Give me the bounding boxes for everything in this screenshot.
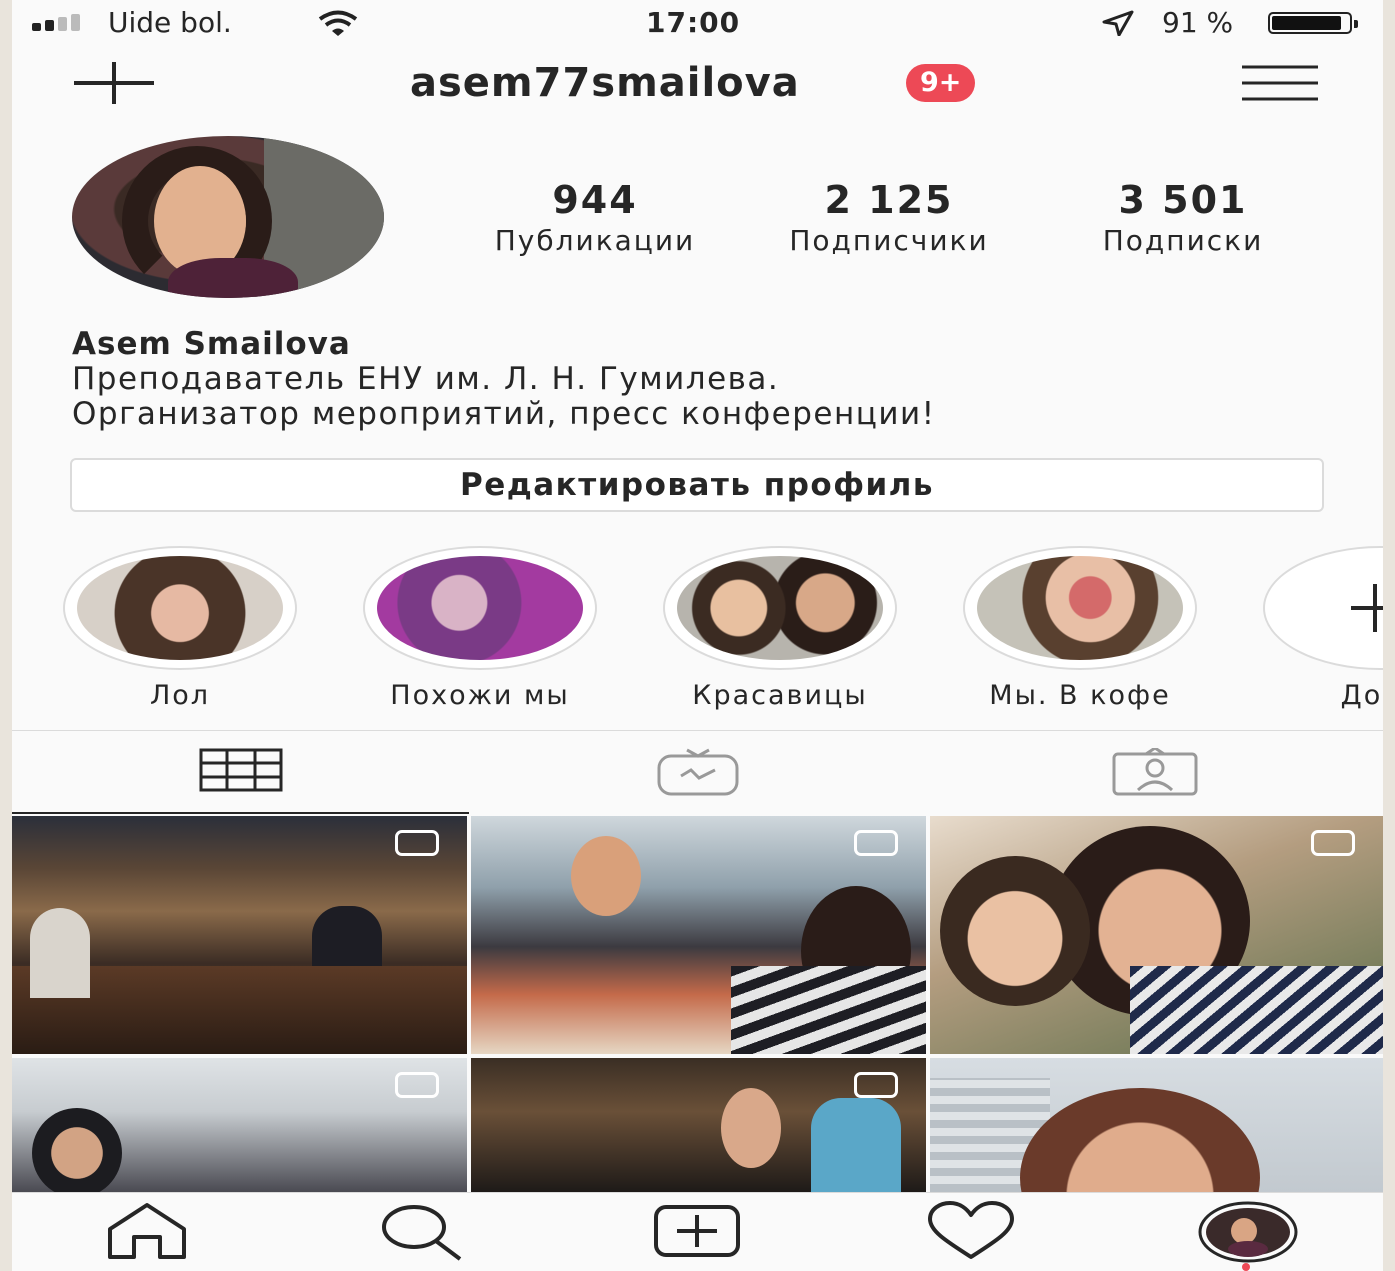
profile-avatar-icon [1198, 1201, 1298, 1263]
tagged-person-icon [1112, 748, 1197, 796]
highlight-item[interactable]: Лол [60, 546, 300, 711]
stat-following[interactable]: 3 501 Подписки [1048, 178, 1318, 257]
highlight-cover [63, 546, 297, 670]
highlight-cover [363, 546, 597, 670]
location-arrow-icon [1100, 10, 1134, 43]
bio-line-1: Преподаватель ЕНУ им. Л. Н. Гумилева. [72, 361, 780, 397]
wifi-icon [318, 10, 358, 43]
multiple-photos-icon [395, 1072, 439, 1098]
highlight-label: Лол [149, 680, 211, 711]
profile-username[interactable]: asem77smailova [410, 60, 800, 106]
bio-line-2: Организатор мероприятий, пресс конференц… [72, 396, 936, 432]
edit-profile-button[interactable]: Редактировать профиль [70, 458, 1324, 512]
stat-followers-label: Подписчики [789, 224, 989, 257]
igtv-icon [657, 748, 738, 796]
highlight-label: Доба [1340, 680, 1383, 711]
signal-icon [32, 14, 80, 31]
battery-icon [1268, 12, 1358, 34]
grid-icon [199, 748, 282, 792]
nav-activity[interactable] [926, 1201, 1016, 1265]
highlight-item[interactable]: Похожи мы [360, 546, 600, 711]
stat-following-value: 3 501 [1118, 178, 1248, 222]
hamburger-menu-icon[interactable] [1242, 64, 1318, 102]
profile-screen: Uide bol. 17:00 91 % asem77smailova 9+ 9… [12, 0, 1383, 1271]
nav-profile[interactable] [1198, 1201, 1298, 1265]
battery-percent: 91 % [1162, 6, 1234, 39]
highlight-label: Мы. В кофе [989, 680, 1171, 711]
highlight-item[interactable]: Красавицы [660, 546, 900, 711]
bottom-navigation [12, 1192, 1383, 1271]
posts-grid [12, 816, 1383, 1192]
tab-grid[interactable] [12, 732, 469, 814]
add-post-icon [654, 1205, 740, 1257]
add-highlight-item[interactable]: Доба [1260, 546, 1383, 711]
tab-tagged[interactable] [926, 732, 1383, 814]
status-bar: Uide bol. 17:00 91 % [12, 0, 1383, 46]
status-time: 17:00 [646, 6, 741, 39]
stat-posts-label: Публикации [494, 224, 696, 257]
plus-icon [1351, 584, 1383, 632]
multiple-photos-icon [854, 1072, 898, 1098]
heart-icon [928, 1201, 1014, 1259]
profile-full-name: Asem Smailova [72, 326, 351, 362]
stat-followers[interactable]: 2 125 Подписчики [754, 178, 1024, 257]
stat-followers-value: 2 125 [824, 178, 954, 222]
nav-search[interactable] [376, 1201, 466, 1265]
multiple-photos-icon [854, 830, 898, 856]
highlight-cover [663, 546, 897, 670]
nav-new-post[interactable] [652, 1201, 742, 1265]
home-icon [108, 1203, 186, 1259]
carrier-name: Uide bol. [108, 6, 232, 39]
section-divider [12, 730, 1383, 731]
stat-posts[interactable]: 944 Публикации [460, 178, 730, 257]
multiple-photos-icon [1311, 830, 1355, 856]
add-account-plus-icon[interactable] [72, 60, 156, 106]
post-thumbnail[interactable] [930, 1058, 1383, 1192]
profile-bio: Преподаватель ЕНУ им. Л. Н. Гумилева. Ор… [72, 362, 936, 432]
post-thumbnail[interactable] [930, 816, 1383, 1054]
notification-badge[interactable]: 9+ [906, 64, 976, 102]
stat-posts-value: 944 [552, 178, 638, 222]
post-thumbnail[interactable] [12, 816, 467, 1054]
highlight-cover [963, 546, 1197, 670]
post-thumbnail[interactable] [12, 1058, 467, 1192]
post-thumbnail[interactable] [471, 816, 926, 1054]
notification-dot [1242, 1263, 1250, 1271]
highlight-label: Красавицы [692, 680, 868, 711]
add-highlight-circle [1263, 546, 1383, 670]
tab-igtv[interactable] [469, 732, 926, 814]
nav-home[interactable] [102, 1201, 192, 1265]
highlight-item[interactable]: Мы. В кофе [960, 546, 1200, 711]
profile-avatar[interactable] [72, 136, 384, 298]
multiple-photos-icon [395, 830, 439, 856]
post-thumbnail[interactable] [471, 1058, 926, 1192]
stat-following-label: Подписки [1102, 224, 1264, 257]
search-icon [382, 1205, 462, 1261]
highlight-label: Похожи мы [390, 680, 570, 711]
